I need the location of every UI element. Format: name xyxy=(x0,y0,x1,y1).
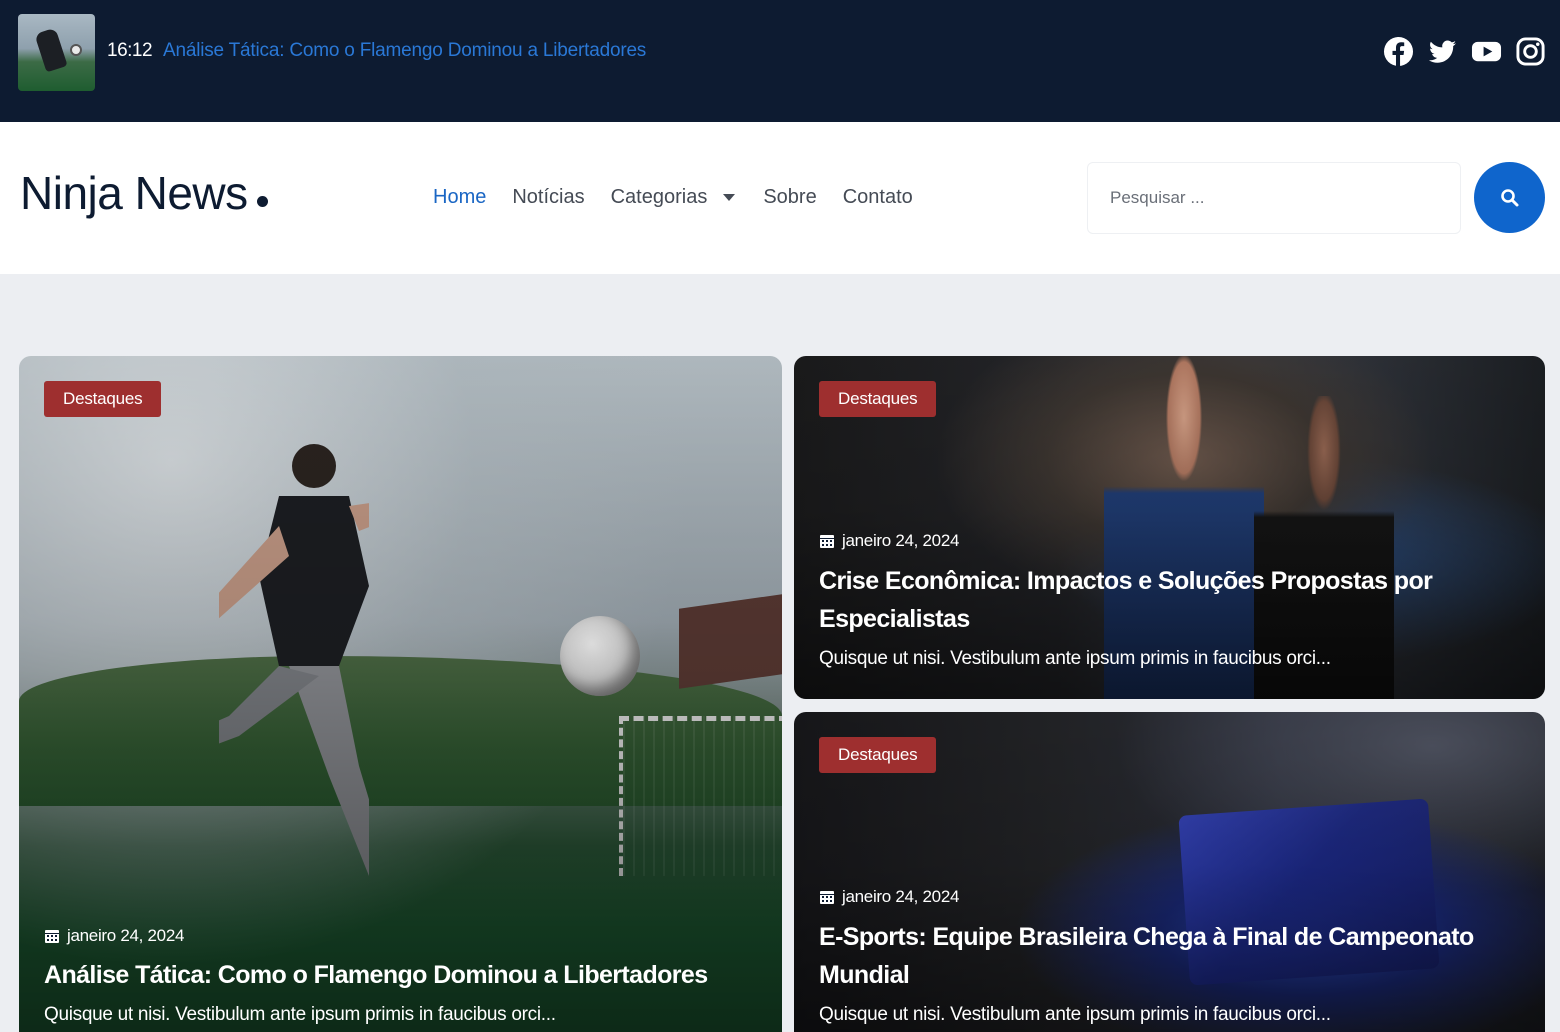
site-header: Ninja News Home Notícias Categorias Sobr… xyxy=(0,122,1560,274)
ticker-headline-link[interactable]: Análise Tática: Como o Flamengo Dominou … xyxy=(163,40,646,62)
post-date: janeiro 24, 2024 xyxy=(44,926,184,946)
search-button[interactable] xyxy=(1474,162,1545,233)
featured-card-bottom-right[interactable]: Destaques janeiro 24, 2024 E-Sports: Equ… xyxy=(794,712,1545,1032)
category-badge[interactable]: Destaques xyxy=(44,381,162,417)
facebook-icon[interactable] xyxy=(1383,36,1414,67)
post-excerpt: Quisque ut nisi. Vestibulum ante ipsum p… xyxy=(819,648,1331,669)
nav-categorias-label[interactable]: Categorias xyxy=(611,186,708,209)
nav-categorias[interactable]: Categorias xyxy=(611,186,736,209)
category-badge[interactable]: Destaques xyxy=(819,737,937,773)
post-date-text: janeiro 24, 2024 xyxy=(842,531,960,550)
post-title-link[interactable]: Crise Econômica: Impactos e Soluções Pro… xyxy=(819,562,1459,638)
ticker-time: 16:12 xyxy=(107,40,153,61)
instagram-icon[interactable] xyxy=(1515,36,1546,67)
post-title-link[interactable]: E-Sports: Equipe Brasileira Chega à Fina… xyxy=(819,918,1519,994)
nav-noticias[interactable]: Notícias xyxy=(512,186,584,209)
post-date: janeiro 24, 2024 xyxy=(819,887,959,907)
search-input[interactable] xyxy=(1087,162,1461,234)
post-date: janeiro 24, 2024 xyxy=(819,531,959,551)
category-badge[interactable]: Destaques xyxy=(819,381,937,417)
caret-down-icon[interactable] xyxy=(723,194,736,201)
logo-dot xyxy=(256,196,268,207)
nav-sobre[interactable]: Sobre xyxy=(763,186,816,209)
calendar-icon xyxy=(820,891,834,904)
calendar-icon xyxy=(820,535,834,548)
search-icon xyxy=(1500,188,1518,206)
post-excerpt: Quisque ut nisi. Vestibulum ante ipsum p… xyxy=(819,1004,1331,1025)
ticker-thumbnail[interactable] xyxy=(18,14,95,91)
post-title-link[interactable]: Análise Tática: Como o Flamengo Dominou … xyxy=(44,956,708,994)
top-bar: 16:12 Análise Tática: Como o Flamengo Do… xyxy=(0,0,1560,122)
post-date-text: janeiro 24, 2024 xyxy=(842,887,960,906)
featured-card-top-right[interactable]: Destaques janeiro 24, 2024 Crise Econômi… xyxy=(794,356,1545,699)
youtube-icon[interactable] xyxy=(1471,36,1502,67)
post-excerpt: Quisque ut nisi. Vestibulum ante ipsum p… xyxy=(44,1004,556,1025)
thumbnail-player-shape xyxy=(34,27,68,73)
main-nav: Home Notícias Categorias Sobre Contato xyxy=(433,186,939,209)
featured-card-main[interactable]: Destaques janeiro 24, 2024 Análise Tátic… xyxy=(19,356,782,1032)
thumbnail-ball-shape xyxy=(70,44,82,56)
nav-home[interactable]: Home xyxy=(433,186,486,209)
social-links xyxy=(1383,36,1546,67)
post-date-text: janeiro 24, 2024 xyxy=(67,926,185,945)
nav-contato[interactable]: Contato xyxy=(843,186,913,209)
logo-text: Ninja News xyxy=(20,167,248,219)
site-logo[interactable]: Ninja News xyxy=(20,166,268,220)
calendar-icon xyxy=(45,930,59,943)
twitter-icon[interactable] xyxy=(1427,36,1458,67)
